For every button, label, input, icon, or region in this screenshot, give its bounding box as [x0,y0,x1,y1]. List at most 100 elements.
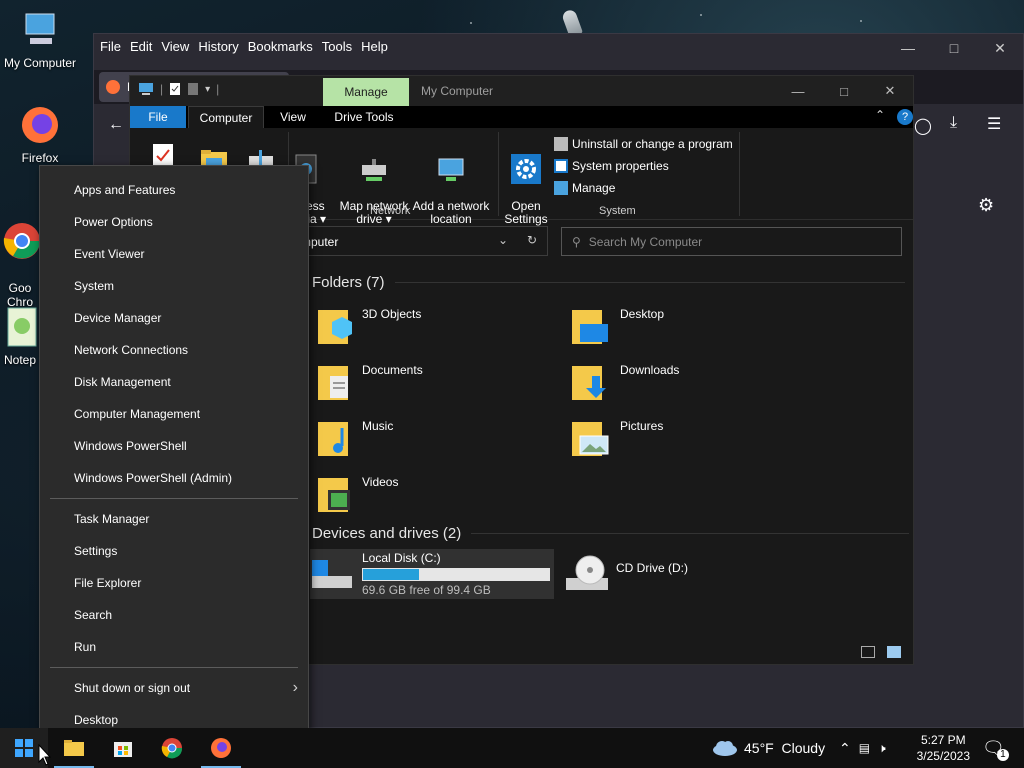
volume-icon[interactable]: 🕨 [878,741,886,756]
desktop-icon-label: Notep [3,353,37,367]
manage-button[interactable]: Manage [554,181,615,195]
desktop-icon-my-computer[interactable]: My Computer [0,8,80,70]
menu-edit[interactable]: Edit [130,39,152,54]
folder-documents[interactable]: Documents [316,360,423,402]
taskbar-chrome[interactable] [148,728,196,768]
folder-videos[interactable]: Videos [316,472,398,514]
download-icon[interactable]: ⤓ [950,114,957,132]
menu-item-search[interactable]: Search [40,599,308,631]
details-view-icon[interactable] [861,646,875,658]
pocket-icon[interactable]: ◯ [914,116,932,136]
taskbar-store[interactable] [99,728,147,768]
menu-item-shut-down-or-sign-out[interactable]: Shut down or sign out › [40,672,308,704]
settings-gear-icon[interactable]: ⚙ [978,195,994,216]
map-network-drive-button[interactable]: Map network drive ▾ [336,138,412,239]
open-settings-button[interactable]: Open Settings [502,138,550,239]
close-button[interactable]: ✕ [867,76,913,106]
folder-3d-objects[interactable]: 3D Objects [316,304,421,346]
drive-free-space: 69.6 GB free of 99.4 GB [362,583,491,597]
chevron-right-icon: › [292,679,298,696]
taskbar-file-explorer[interactable] [50,728,98,768]
back-arrow-icon[interactable]: ← [108,116,124,134]
menu-view[interactable]: View [161,39,189,54]
menu-file[interactable]: File [100,39,121,54]
add-network-location-button[interactable]: Add a network location [410,138,492,239]
drive-cd-d[interactable]: CD Drive (D:) [564,549,804,599]
system-properties-button[interactable]: System properties [554,159,669,173]
devices-section-header[interactable]: Devices and drives (2) [312,525,910,542]
ribbon-tab-view[interactable]: View [270,106,316,128]
menu-tools[interactable]: Tools [322,39,352,54]
uninstall-program-button[interactable]: Uninstall or change a program [554,137,733,151]
notification-count: 1 [996,748,1009,761]
collapse-ribbon-icon[interactable]: ⌃ [875,108,885,122]
menu-item-disk-management[interactable]: Disk Management [40,366,308,398]
folder-desktop[interactable]: Desktop [570,304,664,346]
ribbon-group-system-label: System [599,205,636,217]
help-icon[interactable]: ? [897,109,913,125]
chevron-up-icon[interactable]: ⌃ [839,740,851,757]
menu-bookmarks[interactable]: Bookmarks [248,39,313,54]
computer-icon [18,8,62,52]
clock-date: 3/25/2023 [916,749,970,763]
large-icons-view-icon[interactable] [887,646,901,658]
menu-item-power-options[interactable]: Power Options [40,206,308,238]
desktop-icon-firefox[interactable]: Firefox [0,103,80,165]
ribbon-tab-computer[interactable]: Computer [188,106,264,128]
menu-item-file-explorer[interactable]: File Explorer [40,567,308,599]
manage-contextual-tab[interactable]: Manage [323,78,409,106]
menu-item-event-viewer[interactable]: Event Viewer [40,238,308,270]
menu-item-system[interactable]: System [40,270,308,302]
menu-item-windows-powershell-admin[interactable]: Windows PowerShell (Admin) [40,462,308,494]
separator-icon: | [160,82,164,96]
menu-help[interactable]: Help [361,39,388,54]
menu-item-label: Shut down or sign out [74,681,191,695]
minimize-button[interactable]: — [775,76,821,106]
documents-folder-icon [318,366,348,400]
refresh-icon[interactable]: ↻ [527,233,537,247]
folder-downloads[interactable]: Downloads [570,360,679,402]
menu-item-windows-powershell[interactable]: Windows PowerShell [40,430,308,462]
menu-item-task-manager[interactable]: Task Manager [40,503,308,535]
folder-music[interactable]: Music [316,416,393,458]
section-divider [394,282,905,283]
ribbon-tab-file[interactable]: File [130,106,186,128]
computer-management-icon [554,181,568,195]
menu-history[interactable]: History [198,39,238,54]
firefox-caption-buttons: — □ ✕ [885,34,1023,62]
hamburger-menu-icon[interactable]: ☰ [987,114,1001,134]
pictures-folder-icon [572,422,609,456]
close-button[interactable]: ✕ [977,34,1023,62]
folders-section-header[interactable]: Folders (7) [312,274,905,291]
network-icon[interactable]: ▤ [859,741,870,755]
ribbon-separator [739,132,740,216]
search-input[interactable]: ⚲ Search My Computer [561,227,902,256]
firefox-icon [18,103,62,147]
menu-item-computer-management[interactable]: Computer Management [40,398,308,430]
customize-toolbar-icon[interactable]: ▾ [205,84,210,95]
menu-item-network-connections[interactable]: Network Connections [40,334,308,366]
taskbar-firefox[interactable] [197,728,245,768]
devices-heading: Devices and drives (2) [312,525,462,542]
maximize-button[interactable]: □ [821,76,867,106]
new-folder-icon[interactable] [187,82,199,96]
drive-info: Local Disk (C:) 69.6 GB free of 99.4 GB [362,551,550,597]
menu-item-run[interactable]: Run [40,631,308,663]
properties-icon[interactable] [169,82,181,96]
weather-widget[interactable]: 45°F Cloudy [712,728,825,768]
menu-item-device-manager[interactable]: Device Manager [40,302,308,334]
notifications-button[interactable]: 🗨 1 [982,728,1009,768]
maximize-button[interactable]: □ [931,34,977,62]
menu-item-settings[interactable]: Settings [40,535,308,567]
chevron-down-icon[interactable]: ⌄ [498,233,508,247]
drive-local-disk-c[interactable]: Local Disk (C:) 69.6 GB free of 99.4 GB [310,549,554,599]
folder-label: Downloads [620,363,680,377]
folder-pictures[interactable]: Pictures [570,416,663,458]
taskbar-clock[interactable]: 5:27 PM 3/25/2023 [917,732,970,764]
uninstall-label: Uninstall or change a program [572,137,733,151]
minimize-button[interactable]: — [885,34,931,62]
desktop-icon-notepad[interactable]: Notep [0,305,40,367]
ribbon-tab-drive-tools[interactable]: Drive Tools [326,106,402,128]
search-placeholder: Search My Computer [588,234,703,249]
menu-item-apps-and-features[interactable]: Apps and Features [40,174,308,206]
